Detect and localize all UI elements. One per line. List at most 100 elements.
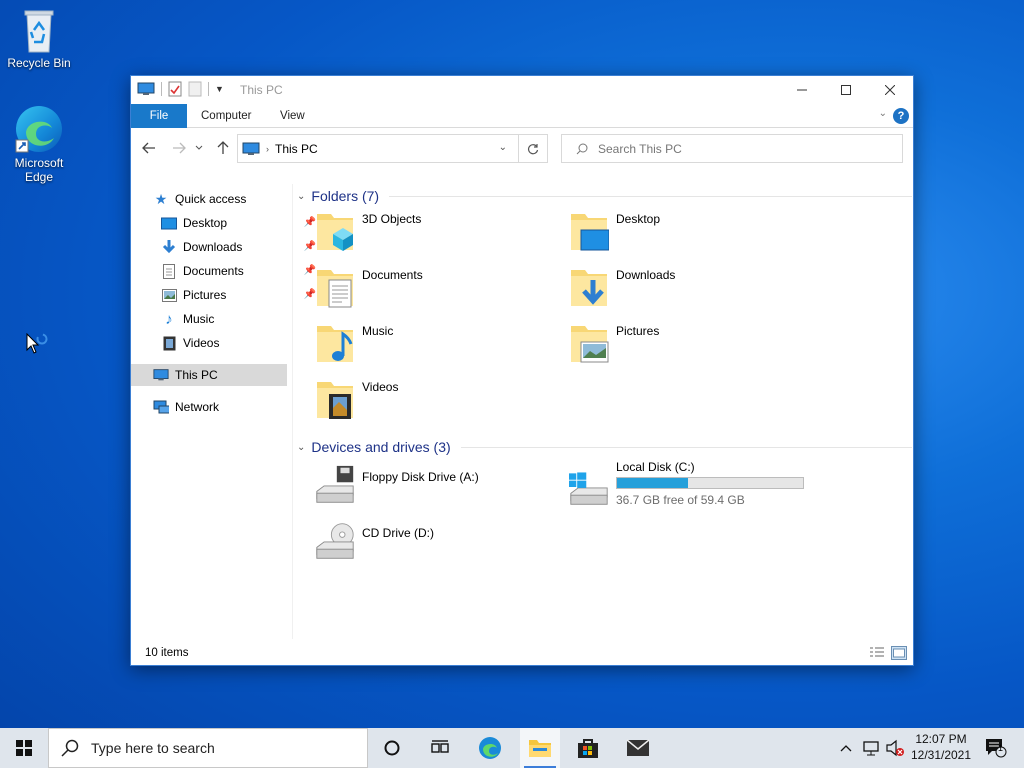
- volume-button[interactable]: [884, 728, 906, 768]
- nav-label: Desktop: [183, 216, 228, 230]
- edge-icon: [15, 106, 62, 153]
- large-icons-view-icon[interactable]: [891, 646, 907, 660]
- star-icon: ★: [154, 190, 168, 207]
- desktop-icon-recycle-bin[interactable]: Recycle Bin: [1, 8, 77, 70]
- folder-videos[interactable]: Videos: [293, 378, 543, 430]
- drive-local-disk-c[interactable]: Local Disk (C:) 36.7 GB free of 59.4 GB: [547, 458, 847, 510]
- quick-access-toolbar: ▼: [137, 81, 224, 97]
- clock[interactable]: 12:07 PM 12/31/2021: [906, 731, 976, 763]
- nav-item-quick-access[interactable]: ★ Quick access: [153, 188, 308, 210]
- tab-view[interactable]: View: [280, 104, 305, 128]
- desktop-icon-label: Recycle Bin: [7, 56, 71, 70]
- task-view-icon: [431, 740, 449, 753]
- drive-label: CD Drive (D:): [362, 526, 434, 540]
- new-folder-icon[interactable]: [188, 81, 202, 97]
- arrow-left-icon: [142, 142, 155, 154]
- show-hidden-icons-button[interactable]: [836, 728, 856, 768]
- customize-toolbar-icon[interactable]: ▼: [215, 84, 224, 94]
- nav-label: Documents: [183, 264, 244, 278]
- maximize-button[interactable]: [823, 76, 869, 104]
- search-icon: [576, 143, 588, 154]
- refresh-button[interactable]: [518, 134, 548, 163]
- chevron-down-icon: ⌄: [297, 190, 306, 202]
- picture-icon: [161, 287, 177, 303]
- minimize-icon: [797, 89, 807, 91]
- refresh-icon: [527, 143, 539, 154]
- folder-3d-objects[interactable]: 3D Objects: [293, 210, 543, 262]
- mail-icon: [626, 739, 650, 756]
- tab-computer[interactable]: Computer: [201, 104, 252, 128]
- nav-item-this-pc[interactable]: This PC: [131, 364, 287, 386]
- folder-label: 3D Objects: [362, 212, 422, 226]
- taskbar-search-input[interactable]: Type here to search: [48, 728, 368, 768]
- cd-drive-icon: [316, 523, 354, 559]
- breadcrumb-separator-icon[interactable]: ›: [266, 144, 269, 154]
- tab-file[interactable]: File: [131, 104, 187, 128]
- taskbar-file-explorer[interactable]: [520, 728, 560, 768]
- start-button[interactable]: [0, 728, 48, 768]
- videos-folder-icon: [317, 382, 353, 419]
- expand-ribbon-icon[interactable]: ⌄: [879, 108, 887, 119]
- mouse-pointer-icon: [26, 333, 48, 354]
- folder-desktop[interactable]: Desktop: [547, 210, 797, 262]
- folder-label: Music: [362, 324, 394, 338]
- folders-group-header[interactable]: ⌄ Folders (7): [297, 188, 912, 204]
- clock-time: 12:07 PM: [915, 732, 967, 746]
- properties-icon[interactable]: [168, 81, 182, 97]
- floppy-drive-icon: [316, 465, 354, 503]
- breadcrumb-this-pc[interactable]: This PC: [275, 142, 318, 156]
- folder-documents[interactable]: Documents: [293, 266, 543, 318]
- group-title: Folders (7): [311, 188, 380, 204]
- taskbar-store[interactable]: [568, 728, 608, 768]
- folder-pictures[interactable]: Pictures: [547, 322, 797, 374]
- nav-label: Network: [175, 400, 220, 414]
- desktop-folder-icon: [571, 214, 609, 251]
- item-count: 10 items: [145, 647, 189, 659]
- desktop-icon-edge[interactable]: Microsoft Edge: [1, 104, 77, 184]
- notifications-button[interactable]: 1: [978, 728, 1014, 768]
- notification-center-icon: [986, 739, 1007, 758]
- taskbar-mail[interactable]: [616, 728, 660, 768]
- minimize-button[interactable]: [779, 76, 825, 104]
- music-folder-icon: [317, 326, 353, 362]
- network-tray-button[interactable]: [860, 728, 882, 768]
- forward-button[interactable]: [169, 138, 189, 158]
- arrow-up-icon: [217, 141, 229, 154]
- ribbon-tabs: File Computer View ⌄ ?: [131, 104, 913, 128]
- up-button[interactable]: [213, 138, 233, 158]
- recent-locations-button[interactable]: [193, 138, 205, 158]
- taskbar-edge[interactable]: [470, 728, 510, 768]
- nav-label: Downloads: [183, 240, 243, 254]
- folder-label: Desktop: [616, 212, 661, 226]
- folder-label: Documents: [362, 268, 423, 282]
- drive-floppy[interactable]: Floppy Disk Drive (A:): [293, 464, 543, 516]
- this-pc-icon: [137, 82, 155, 95]
- clock-date: 12/31/2021: [910, 748, 972, 762]
- document-icon: [161, 263, 177, 279]
- search-icon: [61, 739, 79, 757]
- network-icon: [153, 399, 169, 415]
- devices-group-header[interactable]: ⌄ Devices and drives (3): [297, 439, 912, 455]
- navigation-pane: ★ Quick access Desktop 📌 Downloads 📌 Doc…: [131, 184, 316, 644]
- folder-music[interactable]: Music: [293, 322, 543, 374]
- title-bar[interactable]: ▼ This PC: [131, 76, 913, 104]
- address-bar[interactable]: › This PC ⌄: [237, 134, 548, 163]
- content-pane: ⌄ Folders (7) 3D Objects Desktop Documen…: [293, 184, 913, 644]
- address-dropdown-icon[interactable]: ⌄: [499, 142, 507, 153]
- details-view-icon[interactable]: [869, 646, 885, 660]
- nav-item-network[interactable]: Network: [153, 396, 308, 418]
- group-title: Devices and drives (3): [311, 439, 451, 455]
- cortana-button[interactable]: [372, 728, 412, 768]
- network-tray-icon: [863, 741, 879, 756]
- recycle-bin-icon: [24, 10, 54, 53]
- pictures-folder-icon: [571, 326, 609, 363]
- search-input[interactable]: Search This PC: [561, 134, 903, 163]
- search-placeholder: Search This PC: [598, 141, 682, 156]
- back-button[interactable]: [139, 138, 159, 158]
- close-button[interactable]: [867, 76, 913, 104]
- help-button[interactable]: ?: [893, 108, 909, 124]
- folder-downloads[interactable]: Downloads: [547, 266, 797, 318]
- drive-cd-d[interactable]: CD Drive (D:): [293, 520, 543, 572]
- task-view-button[interactable]: [420, 728, 460, 768]
- arrow-right-icon: [173, 142, 186, 154]
